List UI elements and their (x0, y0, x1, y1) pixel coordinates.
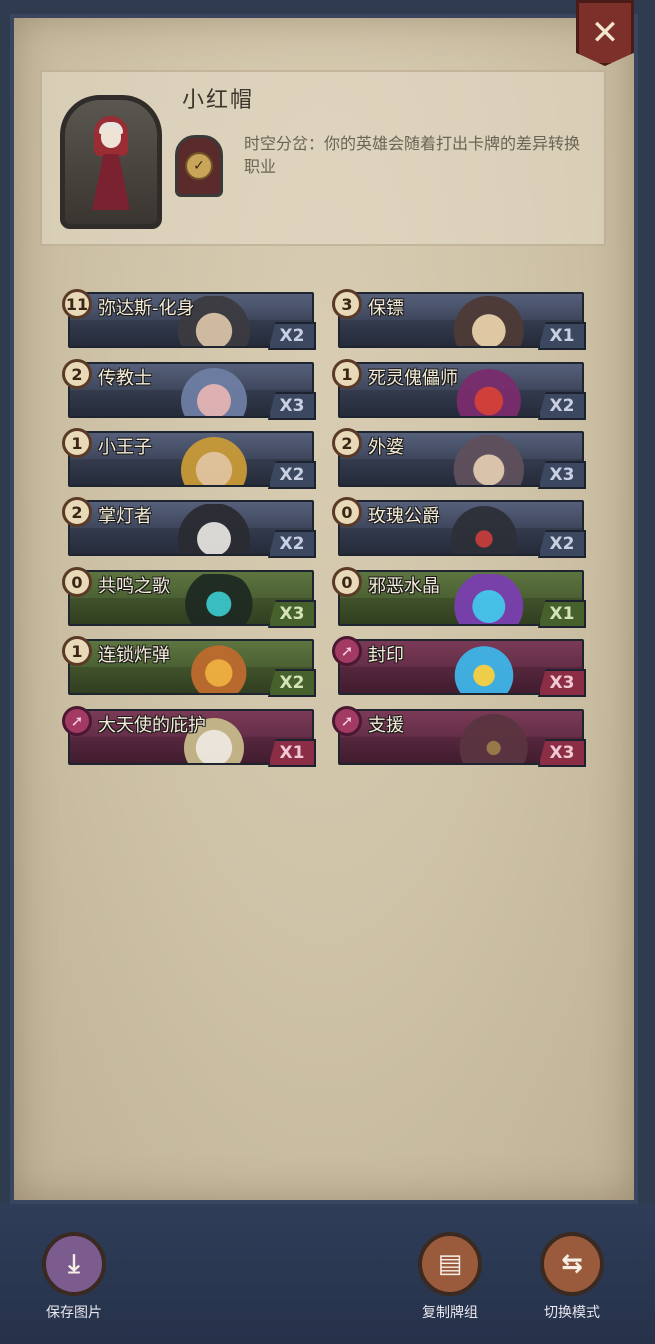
card-name: 大天使的庇护 (98, 715, 206, 736)
card-quantity: X3 (268, 600, 316, 628)
card-item[interactable]: 0 邪恶水晶 X1 (332, 567, 586, 628)
card-item[interactable]: 2 掌灯者 X2 (62, 497, 316, 558)
card-item[interactable]: 1 小王子 X2 (62, 428, 316, 489)
card-art (436, 713, 532, 763)
hero-ability-description: 时空分岔：你的英雄会随着打出卡牌的差异转换职业 (244, 134, 581, 176)
switch-mode-button[interactable]: ⇆ 切换模式 (532, 1232, 612, 1322)
card-quantity: X2 (268, 669, 316, 697)
close-button[interactable]: ✕ (576, 0, 634, 66)
card-name: 连锁炸弹 (98, 645, 170, 666)
card-item[interactable]: 1 死灵傀儡师 X2 (332, 359, 586, 420)
download-icon: ⤓ (42, 1232, 106, 1296)
card-quantity: X2 (538, 392, 586, 420)
card-item[interactable]: 2 传教士 X3 (62, 359, 316, 420)
save-image-button[interactable]: ⤓ 保存图片 (34, 1232, 114, 1322)
card-cost: 1 (62, 428, 92, 458)
card-art (436, 504, 532, 554)
card-cost: 1 (332, 359, 362, 389)
card-cost: 3 (332, 289, 362, 319)
card-name: 小王子 (98, 437, 152, 458)
card-name: 保镖 (368, 298, 404, 319)
card-quantity: X2 (268, 322, 316, 350)
card-name: 邪恶水晶 (368, 576, 440, 597)
card-quantity: X3 (268, 392, 316, 420)
copy-deck-label: 复制牌组 (422, 1305, 478, 1321)
close-icon: ✕ (590, 13, 620, 53)
card-art (166, 366, 262, 416)
card-name: 封印 (368, 645, 404, 666)
spell-arrow-icon: ➚ (62, 706, 92, 736)
copy-deck-button[interactable]: ▤ 复制牌组 (410, 1232, 490, 1322)
card-quantity: X3 (538, 669, 586, 697)
card-name: 掌灯者 (98, 506, 152, 527)
card-item[interactable]: 1 连锁炸弹 X2 (62, 636, 316, 697)
card-cost: 0 (332, 567, 362, 597)
hero-name: 小红帽 (182, 88, 255, 113)
card-item[interactable]: 3 保镖 X1 (332, 289, 586, 350)
clock-icon: ✓ (185, 152, 213, 180)
card-name: 共鸣之歌 (98, 576, 170, 597)
red-riding-hood-figure (86, 112, 136, 212)
card-quantity: X2 (268, 461, 316, 489)
swap-arrows-icon: ⇆ (540, 1232, 604, 1296)
card-quantity: X1 (538, 322, 586, 350)
card-name: 外婆 (368, 437, 404, 458)
card-cost: 2 (62, 497, 92, 527)
card-cost: 0 (332, 497, 362, 527)
card-cost: 2 (332, 428, 362, 458)
card-item[interactable]: 0 玫瑰公爵 X2 (332, 497, 586, 558)
card-name: 支援 (368, 715, 404, 736)
hero-portrait (60, 95, 162, 229)
card-art (436, 296, 532, 346)
switch-mode-label: 切换模式 (544, 1305, 600, 1321)
card-item[interactable]: ➚ 支援 X3 (332, 706, 586, 767)
card-cost: 2 (62, 359, 92, 389)
card-art (166, 574, 262, 624)
card-quantity: X3 (538, 461, 586, 489)
card-quantity: X1 (538, 600, 586, 628)
document-icon: ▤ (418, 1232, 482, 1296)
card-quantity: X2 (268, 530, 316, 558)
card-name: 弥达斯-化身 (98, 298, 195, 319)
card-quantity: X1 (268, 739, 316, 767)
card-cost: 1 (62, 636, 92, 666)
save-image-label: 保存图片 (46, 1305, 102, 1321)
card-item[interactable]: 2 外婆 X3 (332, 428, 586, 489)
card-art (166, 435, 262, 485)
card-cost: 11 (62, 289, 92, 319)
spell-arrow-icon: ➚ (332, 706, 362, 736)
card-name: 传教士 (98, 368, 152, 389)
spell-arrow-icon: ➚ (332, 636, 362, 666)
card-cost: 0 (62, 567, 92, 597)
card-quantity: X3 (538, 739, 586, 767)
card-art (166, 504, 262, 554)
card-name: 玫瑰公爵 (368, 506, 440, 527)
card-item[interactable]: ➚ 封印 X3 (332, 636, 586, 697)
card-item[interactable]: 0 共鸣之歌 X3 (62, 567, 316, 628)
card-item[interactable]: 11 弥达斯-化身 X2 (62, 289, 316, 350)
card-art (166, 643, 262, 693)
card-art (436, 643, 532, 693)
card-art (436, 435, 532, 485)
card-art (436, 574, 532, 624)
card-quantity: X2 (538, 530, 586, 558)
hero-class-badge[interactable]: ✓ (175, 135, 223, 197)
card-name: 死灵傀儡师 (368, 368, 458, 389)
card-item[interactable]: ➚ 大天使的庇护 X1 (62, 706, 316, 767)
